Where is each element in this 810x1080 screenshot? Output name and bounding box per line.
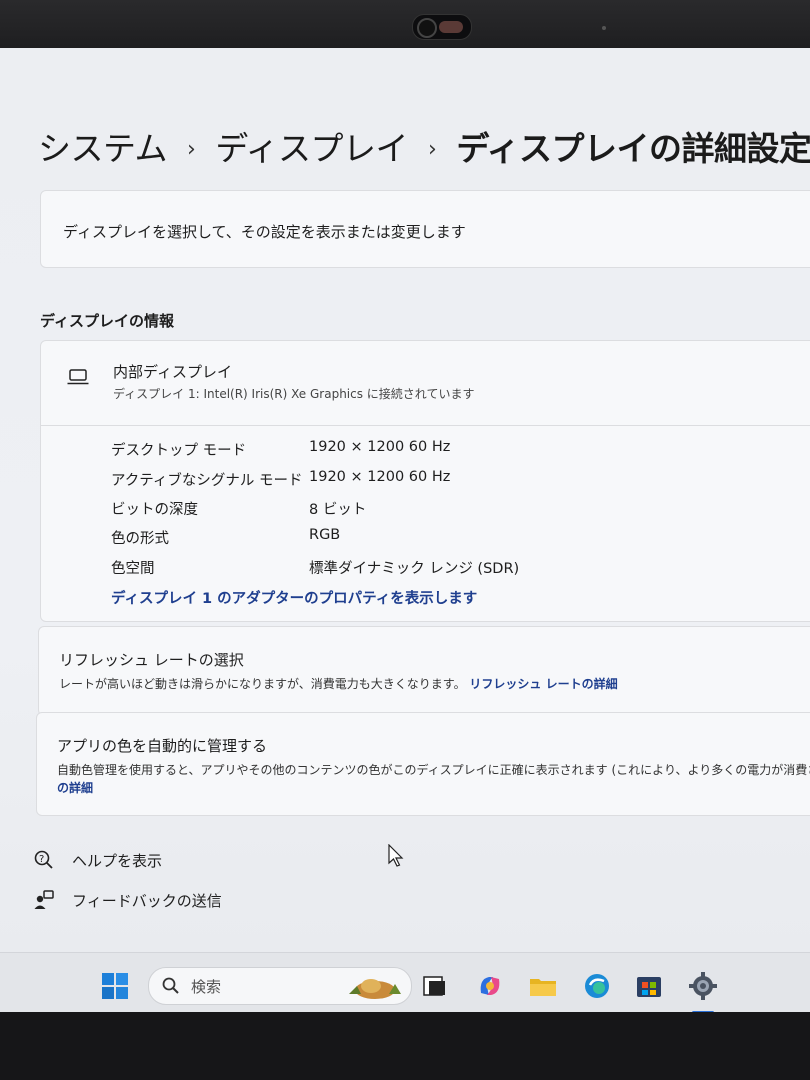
settings-icon[interactable]: [688, 971, 718, 1001]
help-icon: ?: [34, 850, 53, 869]
info-value: 8 ビット: [309, 502, 367, 518]
chevron-right-icon: ›: [428, 137, 437, 162]
info-value: 標準ダイナミック レンジ (SDR): [309, 561, 520, 577]
display-adapter-subtitle: ディスプレイ 1: Intel(R) Iris(R) Xe Graphics に…: [113, 387, 475, 401]
microphone-dot: [602, 26, 606, 30]
display-name: 内部ディスプレイ: [113, 363, 232, 381]
refresh-rate-card[interactable]: リフレッシュ レートの選択 レートが高いほど動きは滑らかになりますが、消費電力も…: [38, 626, 810, 716]
page-title: ディスプレイの詳細設定: [456, 129, 810, 168]
refresh-rate-title: リフレッシュ レートの選択: [59, 651, 244, 669]
refresh-rate-details-link[interactable]: リフレッシュ レートの詳細: [469, 677, 617, 691]
info-value: 1920 × 1200 60 Hz: [309, 439, 451, 455]
feedback-icon: [34, 890, 54, 909]
select-display-text: ディスプレイを選択して、その設定を表示または変更します: [63, 223, 466, 241]
info-label: ビットの深度: [111, 502, 198, 518]
search-icon: [162, 977, 179, 994]
select-display-card[interactable]: ディスプレイを選択して、その設定を表示または変更します: [40, 190, 810, 268]
info-label: アクティブなシグナル モード: [111, 473, 303, 489]
svg-text:?: ?: [39, 854, 44, 865]
help-label: ヘルプを表示: [72, 852, 163, 870]
file-explorer-icon[interactable]: [528, 971, 558, 1001]
info-value: RGB: [309, 527, 341, 543]
windows-start-icon[interactable]: [100, 971, 130, 1001]
mouse-cursor-icon: [388, 844, 404, 867]
settings-window: システム › ディスプレイ › ディスプレイの詳細設定 ディスプレイを選択して、その設定…: [0, 48, 810, 1018]
taskbar: 検索: [0, 952, 810, 1018]
store-icon[interactable]: [634, 971, 664, 1001]
task-view-icon[interactable]: [420, 971, 450, 1001]
edge-icon[interactable]: [582, 971, 612, 1001]
auto-color-management-card[interactable]: アプリの色を自動的に管理する 自動色管理を使用すると、アプリやその他のコンテンツ…: [36, 712, 810, 816]
weather-widget-icon[interactable]: [345, 970, 403, 1002]
display-info-card: 内部ディスプレイ ディスプレイ 1: Intel(R) Iris(R) Xe G…: [40, 340, 810, 622]
adapter-properties-link[interactable]: ディスプレイ 1 のアダプターのプロパティを表示します: [111, 587, 477, 608]
taskbar-search[interactable]: 検索: [148, 967, 412, 1005]
info-label: デスクトップ モード: [111, 443, 247, 459]
auto-color-details-link[interactable]: の詳細: [57, 779, 93, 796]
info-label: 色の形式: [111, 531, 169, 547]
refresh-rate-description: レートが高いほど動きは滑らかになりますが、消費電力も大きくなります。 リフレッシ…: [59, 677, 618, 691]
info-value: 1920 × 1200 60 Hz: [309, 469, 451, 485]
search-label: 検索: [191, 978, 222, 996]
breadcrumb-display[interactable]: ディスプレイ: [215, 129, 408, 168]
webcam-icon: [412, 14, 472, 40]
display-info-heading: ディスプレイの情報: [40, 312, 174, 330]
chevron-right-icon: ›: [187, 137, 196, 162]
breadcrumb-system[interactable]: システム: [38, 129, 168, 168]
display-info-header: 内部ディスプレイ ディスプレイ 1: Intel(R) Iris(R) Xe G…: [41, 341, 810, 426]
copilot-icon[interactable]: [475, 971, 505, 1001]
auto-color-description: 自動色管理を使用すると、アプリやその他のコンテンツの色がこのディスプレイに正確に…: [57, 763, 810, 777]
laptop-icon: [67, 369, 89, 385]
feedback-label: フィードバックの送信: [72, 892, 222, 910]
auto-color-title: アプリの色を自動的に管理する: [57, 737, 268, 755]
breadcrumb: システム › ディスプレイ › ディスプレイの詳細設定: [38, 122, 810, 170]
laptop-bezel-top: [0, 0, 810, 50]
laptop-bezel-bottom: [0, 1012, 810, 1080]
info-label: 色空間: [111, 561, 155, 577]
